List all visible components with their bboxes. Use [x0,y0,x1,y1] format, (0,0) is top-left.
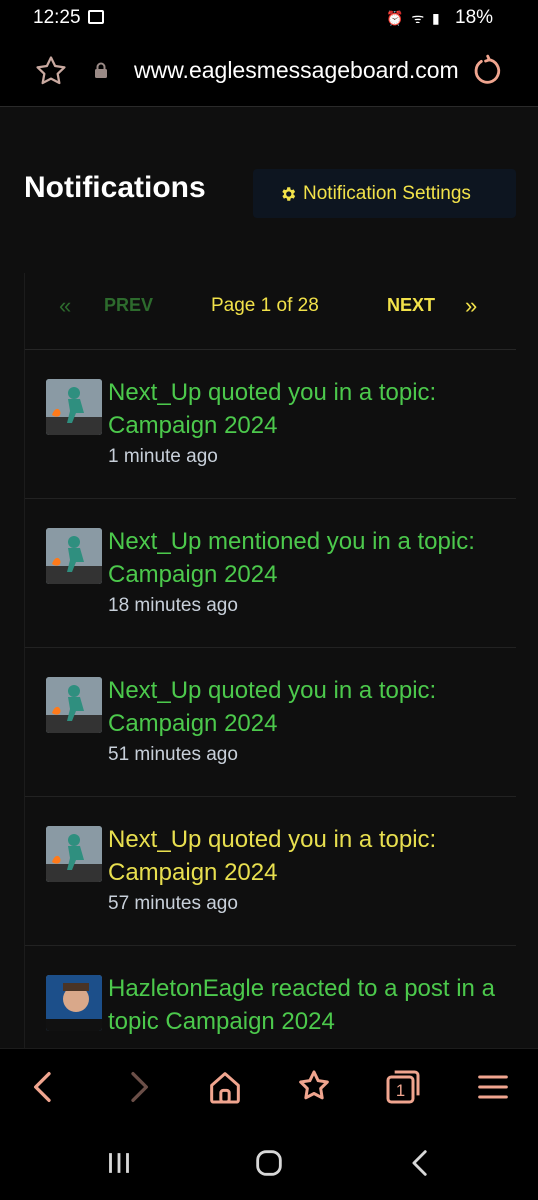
prev-arrow-icon: « [59,293,72,318]
pagination: « PREV Page 1 of 28 NEXT » [25,273,516,350]
status-bar: 12:25 ⏰ ᯤ ▮ 18% [0,0,538,36]
avatar [46,677,102,733]
avatar [46,379,102,435]
avatar [46,975,102,1031]
notification-time: 18 minutes ago [108,595,238,616]
gear-icon [282,186,296,201]
notification-item[interactable]: Next_Up quoted you in a topic: Campaign … [25,797,516,946]
notification-text[interactable]: Next_Up quoted you in a topic: Campaign … [108,823,508,889]
notification-time: 57 minutes ago [108,893,238,914]
page-content: Notifications Notification Settings « PR… [0,107,538,1048]
alarm-wifi-signal-icons: ⏰ ᯤ ▮ [386,10,442,26]
gallery-icon [88,10,104,24]
status-time: 12:25 [33,7,81,28]
bookmarks-icon[interactable] [294,1067,334,1107]
menu-icon[interactable] [473,1067,513,1107]
notification-text[interactable]: Next_Up quoted you in a topic: Campaign … [108,674,508,740]
next-page-button[interactable]: NEXT [387,295,435,316]
reload-icon[interactable] [470,54,504,88]
notification-text[interactable]: Next_Up quoted you in a topic: Campaign … [108,376,508,442]
notification-text[interactable]: Next_Up mentioned you in a topic: Campai… [108,525,508,591]
bookmark-star-icon[interactable] [34,54,68,88]
lock-icon [95,62,107,78]
forward-icon [131,1072,148,1102]
tabs-icon[interactable]: 1 [383,1067,423,1107]
system-back-icon[interactable] [404,1146,438,1180]
browser-url-bar: www.eaglesmessageboard.com [0,36,538,107]
home-button-icon[interactable] [252,1146,286,1180]
notification-item[interactable]: Next_Up quoted you in a topic: Campaign … [25,350,516,499]
avatar [46,528,102,584]
notification-item[interactable]: Next_Up quoted you in a topic: Campaign … [25,648,516,797]
url-text[interactable]: www.eaglesmessageboard.com [134,57,459,84]
notification-settings-label: Notification Settings [303,182,471,204]
home-icon[interactable] [205,1067,245,1107]
notification-text[interactable]: HazletonEagle reacted to a post in a top… [108,972,508,1038]
notification-time: 51 minutes ago [108,744,238,765]
page-title: Notifications [24,171,206,204]
page-indicator: Page 1 of 28 [211,295,319,316]
notification-settings-button[interactable]: Notification Settings [253,169,516,218]
prev-page-button: PREV [104,295,154,315]
next-arrow-icon[interactable]: » [465,293,477,319]
notification-item[interactable]: HazletonEagle reacted to a post in a top… [25,946,516,1048]
notification-time: 1 minute ago [108,446,218,467]
back-icon[interactable] [24,1067,64,1107]
system-nav-bar [0,1124,538,1200]
avatar [46,826,102,882]
battery-level: 18% [455,7,494,28]
notifications-panel: « PREV Page 1 of 28 NEXT » Next_Up quote… [24,273,516,1048]
svg-text:1: 1 [396,1081,405,1100]
recent-apps-icon[interactable] [102,1146,136,1180]
notification-item[interactable]: Next_Up mentioned you in a topic: Campai… [25,499,516,648]
browser-bottom-nav: 1 [0,1048,538,1124]
